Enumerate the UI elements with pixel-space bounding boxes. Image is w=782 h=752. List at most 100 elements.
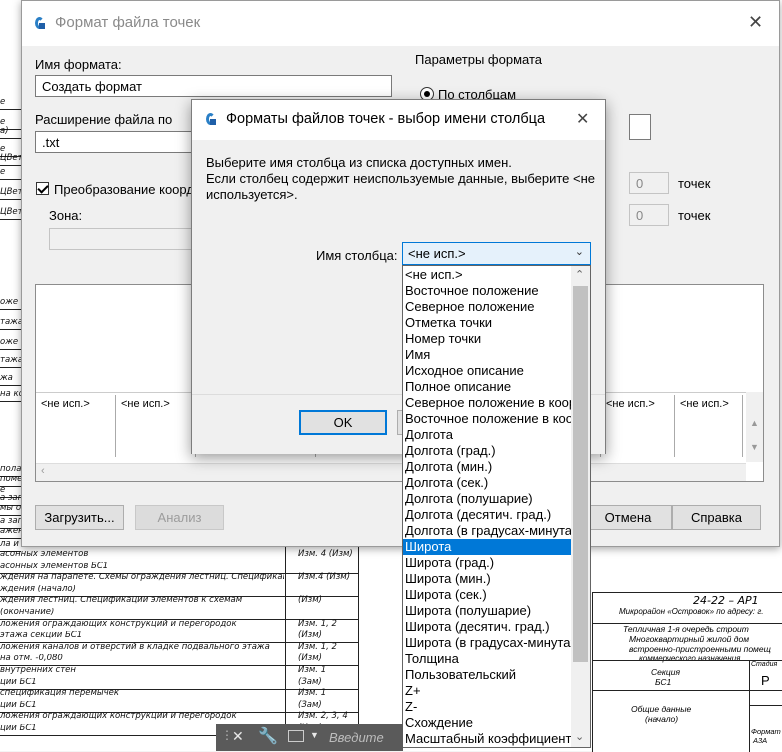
scroll-down-icon[interactable]: ⌄	[575, 730, 584, 743]
dropdown-option[interactable]: Широта (сек.)	[403, 587, 571, 603]
zone-label: Зона:	[49, 208, 83, 223]
cad-table-cell: внутренних стен	[0, 666, 76, 675]
dropdown-option[interactable]: Долгота (в градусах-минутах)	[403, 523, 571, 539]
cad-text-fragment: а)	[0, 126, 9, 136]
civil3d-app-icon	[203, 111, 219, 127]
stamp-stage-label: Стадия	[751, 661, 778, 668]
command-input[interactable]: Введите	[329, 730, 384, 745]
command-line-bar: ⋮ ✕ 🔧 ▼ Введите	[216, 724, 403, 751]
dropdown-option[interactable]: Восточное положение в координатах	[403, 411, 571, 427]
chevron-up-icon[interactable]: ▼	[310, 730, 319, 740]
scroll-up-icon[interactable]: ▲	[750, 418, 759, 428]
dropdown-scroll-thumb[interactable]	[573, 286, 588, 662]
dropdown-option[interactable]: Восточное положение	[403, 283, 571, 299]
format-name-label: Имя формата:	[35, 57, 122, 72]
cad-table-change-cell: (Изм)	[298, 653, 322, 664]
cad-text-fragment: поме	[0, 474, 23, 484]
dropdown-option[interactable]: Имя	[403, 347, 571, 363]
dropdown-option[interactable]: Северное положение в координатах	[403, 395, 571, 411]
dropdown-option[interactable]: Широта (десятич. град.)	[403, 619, 571, 635]
cad-table-change-cell: (Зам)	[298, 676, 322, 687]
cad-text-fragment: пола	[0, 464, 22, 474]
format-name-input[interactable]: Создать формат	[35, 75, 392, 97]
close-icon[interactable]: ✕	[232, 728, 244, 745]
dropdown-option[interactable]: Полное описание	[403, 379, 571, 395]
stamp-sheet-title: (начало)	[645, 714, 679, 724]
preview-horizontal-scrollbar[interactable]: ‹	[36, 463, 746, 481]
extension-input[interactable]: .txt	[35, 131, 195, 153]
coord-transform-checkbox[interactable]	[36, 182, 49, 195]
dropdown-option[interactable]: Исходное описание	[403, 363, 571, 379]
column-header[interactable]: <не исп.>	[116, 395, 196, 457]
column-header[interactable]: <не исп.>	[600, 395, 675, 457]
cad-table-change-cell: Изм. 2, 3, 4	[298, 711, 348, 722]
cad-table-cell: спецификация перемычек	[0, 689, 119, 699]
dropdown-option[interactable]: Долгота (полушарие)	[403, 491, 571, 507]
dropdown-option[interactable]: Долгота	[403, 427, 571, 443]
cad-table-cell: ции БС1	[0, 677, 37, 687]
cad-table-cell: ложения каналов и отверстий в кладке под…	[0, 642, 270, 652]
cad-text-fragment: а зап	[0, 516, 24, 526]
stamp-stage-value: Р	[761, 673, 770, 688]
cad-table-cell: ции БС1	[0, 724, 37, 733]
zone-input[interactable]	[49, 228, 199, 250]
dropdown-option[interactable]: Широта (полушарие)	[403, 603, 571, 619]
column-name-combobox[interactable]: <не исп.> ⌄	[402, 242, 591, 265]
dropdown-option[interactable]: Толщина	[403, 651, 571, 667]
dropdown-option[interactable]: Пользовательский	[403, 667, 571, 683]
combo-value: <не исп.>	[408, 246, 466, 261]
dropdown-option[interactable]: <не исп.>	[403, 267, 571, 283]
ok-button[interactable]: OK	[299, 410, 387, 435]
skip-rows-spin-1[interactable]: 0	[629, 172, 669, 194]
dropdown-option[interactable]: Схождение	[403, 715, 571, 731]
main-title-bar: Формат файла точек ✕	[22, 1, 779, 46]
dropdown-option[interactable]: Масштабный коэффициент	[403, 731, 571, 747]
help-button[interactable]: Справка	[672, 505, 761, 530]
modal-description: Выберите имя столбца из списка доступных…	[206, 155, 595, 202]
cad-table-cell: ции БС1	[0, 700, 37, 710]
preview-vertical-scrollbar[interactable]: ▲ ▼	[746, 392, 763, 462]
points-label-1: точек	[678, 176, 711, 191]
dropdown-option[interactable]: Широта (град.)	[403, 555, 571, 571]
cad-text-fragment: жа	[0, 373, 13, 383]
cad-text-fragment: оже	[0, 297, 19, 307]
dropdown-option[interactable]: Долгота (сек.)	[403, 475, 571, 491]
dropdown-option[interactable]: Z+	[403, 683, 571, 699]
chevron-down-icon[interactable]: ⌄	[575, 245, 584, 258]
column-name-dropdown-list[interactable]: <не исп.> Восточное положение Северное пол…	[402, 265, 591, 748]
wrench-icon[interactable]: 🔧	[258, 726, 278, 746]
dropdown-option[interactable]: Номер точки	[403, 331, 571, 347]
scroll-left-icon[interactable]: ‹	[41, 465, 45, 477]
dropdown-option[interactable]: Отметка точки	[403, 315, 571, 331]
coord-transform-label: Преобразование коорд	[54, 182, 194, 197]
dropdown-option[interactable]: Широта	[403, 539, 571, 555]
cad-table-change-cell: Изм. 4 (Изм)	[298, 549, 353, 559]
load-button[interactable]: Загрузить...	[35, 505, 124, 530]
delimiter-input[interactable]	[629, 114, 651, 140]
main-close-icon[interactable]: ✕	[748, 12, 763, 33]
skip-rows-spin-2[interactable]: 0	[629, 204, 669, 226]
cad-text-fragment: е	[0, 97, 6, 107]
cad-table-change-cell: (Изм)	[298, 630, 322, 641]
command-history-icon[interactable]	[288, 730, 304, 742]
scroll-down-icon[interactable]: ▼	[750, 442, 759, 452]
dropdown-option[interactable]: Широта (в градусах-минутах)	[403, 635, 571, 651]
dropdown-option[interactable]: Долгота (десятич. град.)	[403, 507, 571, 523]
cad-text-fragment: тажа	[0, 317, 24, 327]
dropdown-option[interactable]: Широта (мин.)	[403, 571, 571, 587]
modal-close-icon[interactable]: ✕	[576, 109, 589, 129]
cad-table-cell: ждения на парапете. Схемы ограждения лес…	[0, 573, 284, 583]
dropdown-option[interactable]: Долгота (град.)	[403, 443, 571, 459]
dropdown-option[interactable]: Северное положение	[403, 299, 571, 315]
cad-table-cell: этажа секции БС1	[0, 631, 83, 641]
scroll-up-icon[interactable]: ⌃	[575, 268, 584, 281]
stamp-address-line: Тепличная 1-я очередь строит	[623, 624, 749, 634]
column-header[interactable]: <не исп.>	[36, 395, 116, 457]
analyze-button[interactable]: Анализ	[135, 505, 224, 530]
dropdown-scrollbar[interactable]: ⌃ ⌄	[571, 266, 590, 747]
dropdown-option[interactable]: Z-	[403, 699, 571, 715]
column-header[interactable]: <не исп.>	[675, 395, 743, 457]
cancel-button[interactable]: Отмена	[584, 505, 672, 530]
dropdown-option[interactable]: Долгота (мин.)	[403, 459, 571, 475]
cad-table-cell: асонных элементов	[0, 550, 89, 559]
